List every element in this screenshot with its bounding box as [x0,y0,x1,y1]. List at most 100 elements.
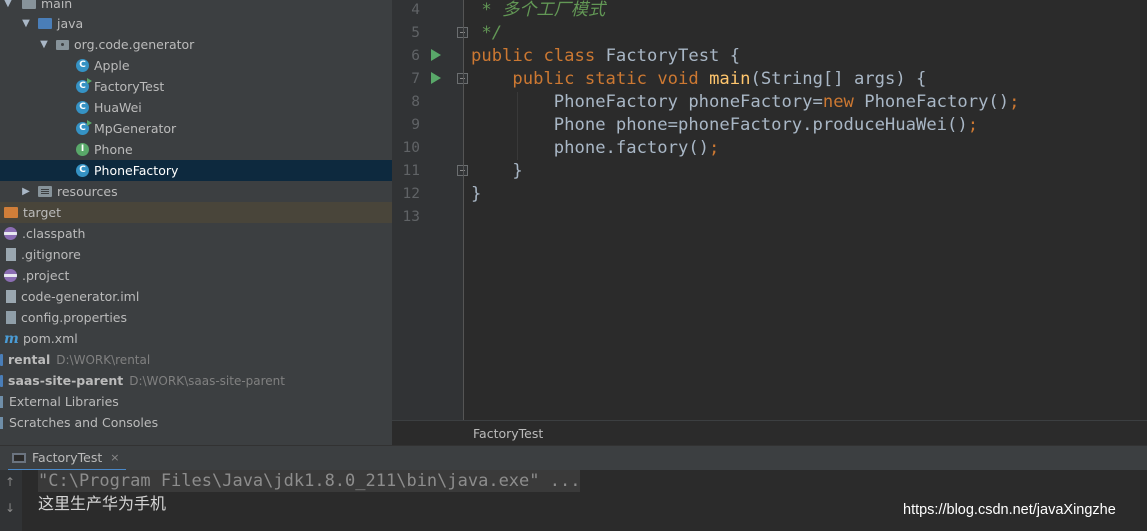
code-line-10[interactable]: phone.factory(); [471,137,720,160]
eclipse-file-icon [4,269,17,282]
tree-item-label: Apple [94,58,130,73]
tree-item-label: main [41,0,73,11]
code-line-5[interactable]: */ [471,22,502,45]
tree-item-rental[interactable]: rental D:\WORK\rental [0,349,392,370]
source-folder-icon [38,18,52,29]
module-file-icon [6,290,16,303]
console-output-line: 这里生产华为手机 [38,494,167,513]
maven-icon: m [4,330,19,347]
tree-item-label: target [23,205,62,220]
up-arrow-icon[interactable]: ↑ [5,475,15,489]
tree-item-config[interactable]: config.properties [0,307,392,328]
tree-item-resources[interactable]: ▶ resources [0,181,392,202]
code-line-9[interactable]: Phone phone=phoneFactory.produceHuaWei()… [471,114,978,137]
tree-item-label: pom.xml [23,331,78,346]
tree-item-gitignore[interactable]: .gitignore [0,244,392,265]
folder-icon [22,0,36,9]
tree-item-label: .classpath [22,226,86,241]
line-number: 10 [402,140,420,156]
down-arrow-icon[interactable]: ↓ [5,501,15,515]
collapse-arrow-icon[interactable]: ▶ [20,186,32,197]
line-number: 7 [411,71,420,87]
tree-item-label: java [57,16,84,31]
code-line-7[interactable]: public static void main(String[] args) { [471,68,926,91]
tree-item-classpath[interactable]: .classpath [0,223,392,244]
tree-item-label: org.code.generator [74,37,195,52]
interface-icon: I [76,143,89,156]
tree-item-label: config.properties [21,310,128,325]
gutter-separator [463,0,464,420]
library-icon [0,395,3,408]
tree-item-label: resources [57,184,118,199]
line-number: 12 [402,186,420,202]
tree-item-label: .project [22,268,70,283]
tree-item-target[interactable]: target [0,202,392,223]
tree-item-scratches[interactable]: Scratches and Consoles [0,412,392,433]
run-tool-window-header: FactoryTest × [0,445,1147,471]
run-console-icon [12,452,26,463]
line-number: 5 [411,25,420,41]
line-number: 8 [411,94,420,110]
module-icon [0,353,3,366]
tree-item-factorytest[interactable]: C FactoryTest [0,76,392,97]
breadcrumb-item[interactable]: FactoryTest [473,426,543,441]
tree-item-label: HuaWei [94,100,142,115]
run-console: ↑ ↓ "C:\Program Files\Java\jdk1.8.0_211\… [0,470,1147,531]
run-tab-label: FactoryTest [32,450,103,465]
module-icon [0,374,3,387]
tree-item-label: FactoryTest [94,79,165,94]
run-class-gutter-icon[interactable] [431,49,441,61]
line-number: 4 [411,2,420,18]
editor-breadcrumb: FactoryTest [392,420,1147,446]
project-tool-window: ▼ main ▼ java ▼ org.code.generator C App… [0,0,392,445]
tree-item-phonefactory[interactable]: C PhoneFactory [0,160,392,181]
line-number: 6 [411,48,420,64]
tree-item-mpgenerator[interactable]: C MpGenerator [0,118,392,139]
tree-item-package[interactable]: ▼ org.code.generator [0,34,392,55]
run-main-gutter-icon[interactable] [431,72,441,84]
console-command-line: "C:\Program Files\Java\jdk1.8.0_211\bin\… [38,470,581,492]
class-icon: C [76,164,89,177]
expand-arrow-icon[interactable]: ▼ [2,0,14,9]
eclipse-file-icon [4,227,17,240]
class-icon: C [76,101,89,114]
tree-item-huawei[interactable]: C HuaWei [0,97,392,118]
tree-item-label: MpGenerator [94,121,177,136]
tree-item-java[interactable]: ▼ java [0,13,392,34]
scratches-icon [0,416,3,429]
tree-item-path: D:\WORK\rental [56,352,151,367]
tree-item-label: code-generator.iml [21,289,140,304]
tree-item-iml[interactable]: code-generator.iml [0,286,392,307]
tree-item-label: Phone [94,142,133,157]
tree-item-apple[interactable]: C Apple [0,55,392,76]
console-toolbar: ↑ ↓ [0,470,22,531]
expand-arrow-icon[interactable]: ▼ [38,39,50,50]
tree-item-path: D:\WORK\saas-site-parent [129,373,285,388]
tree-item-project[interactable]: .project [0,265,392,286]
code-line-4[interactable]: * 多个工厂模式 [471,0,605,22]
code-line-6[interactable]: public class FactoryTest { [471,45,740,68]
resources-folder-icon [38,186,52,197]
properties-file-icon [6,311,16,324]
code-line-8[interactable]: PhoneFactory phoneFactory=new PhoneFacto… [471,91,1020,114]
line-number: 13 [402,209,420,225]
run-tab-factorytest[interactable]: FactoryTest × [8,446,126,471]
line-number: 11 [402,163,420,179]
watermark: https://blog.csdn.net/javaXingzhe [903,502,1116,518]
code-line-12[interactable]: } [471,183,481,206]
tree-item-saas[interactable]: saas-site-parent D:\WORK\saas-site-paren… [0,370,392,391]
code-line-11[interactable]: } [471,160,522,183]
package-icon [56,39,69,50]
tree-item-main[interactable]: ▼ main [0,0,392,14]
runnable-class-icon: C [76,120,92,135]
tree-item-label: .gitignore [21,247,81,262]
tree-item-pom[interactable]: m pom.xml [0,328,392,349]
expand-arrow-icon[interactable]: ▼ [20,18,32,29]
tree-item-phone[interactable]: I Phone [0,139,392,160]
tree-item-label: Scratches and Consoles [9,415,159,430]
text-file-icon [6,248,16,261]
tree-item-label: PhoneFactory [94,163,179,178]
tree-item-external-libraries[interactable]: External Libraries [0,391,392,412]
close-icon[interactable]: × [110,451,119,464]
tree-item-label: External Libraries [9,394,119,409]
